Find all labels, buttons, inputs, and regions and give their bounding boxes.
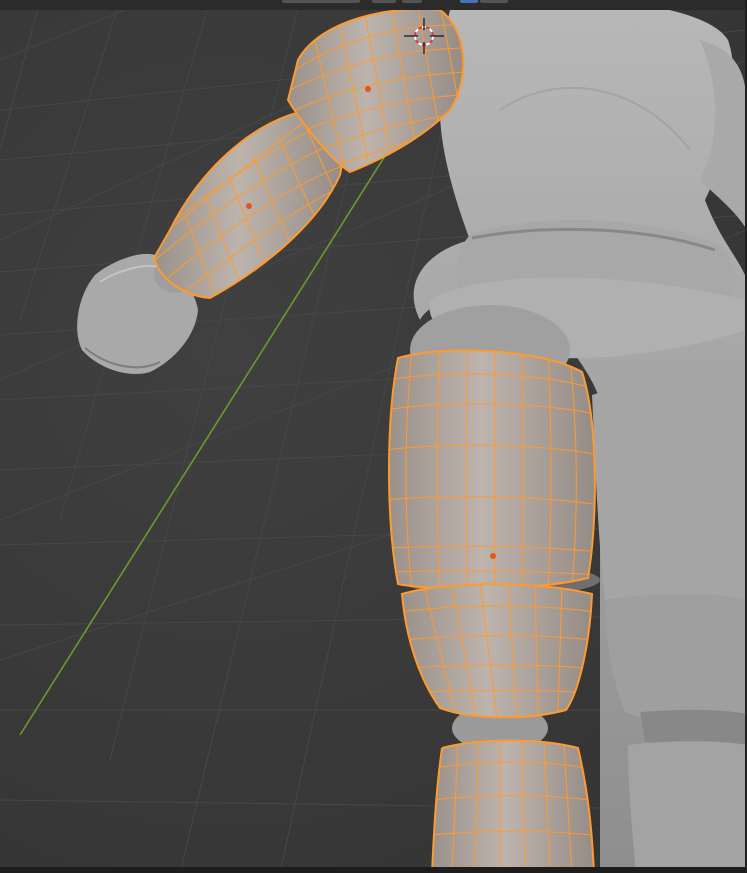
thigh-mesh-selected[interactable] [385,345,600,592]
header-dropdown-button[interactable] [282,0,360,3]
scene-canvas[interactable] [0,0,747,873]
viewport-bottom-border [0,867,747,873]
3d-viewport[interactable] [0,0,747,873]
thigh-origin-icon [490,553,496,559]
header-active-button[interactable] [460,0,478,3]
forearm-origin-icon [246,203,252,209]
header-extra-button[interactable] [480,0,508,3]
upper-arm-origin-icon [365,86,371,92]
shin-mesh-selected[interactable] [431,738,595,873]
header-option-button[interactable] [402,0,422,3]
header-toggle-button[interactable] [372,0,396,3]
knee-mesh-selected[interactable] [400,583,595,719]
viewport-header [0,0,747,10]
